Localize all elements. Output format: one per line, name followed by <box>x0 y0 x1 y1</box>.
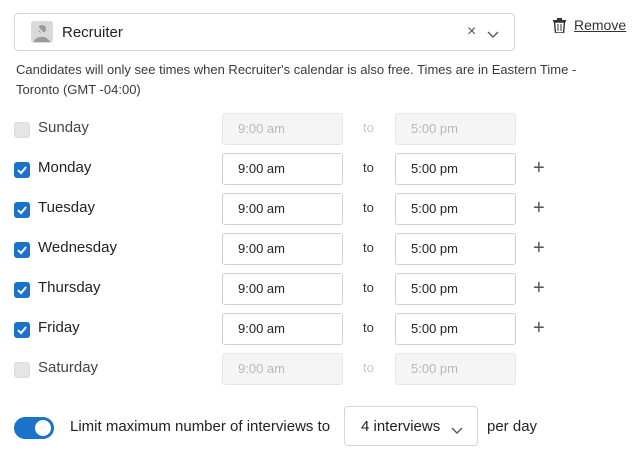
day-label: Friday <box>38 319 80 336</box>
end-time-input[interactable]: 5:00 pm <box>395 193 516 225</box>
day-checkbox[interactable] <box>14 202 30 218</box>
add-time-icon[interactable]: + <box>533 158 545 178</box>
day-checkbox[interactable] <box>14 162 30 178</box>
start-time-input[interactable]: 9:00 am <box>222 353 343 385</box>
chevron-down-icon <box>451 422 463 440</box>
day-checkbox[interactable] <box>14 322 30 338</box>
add-time-icon[interactable]: + <box>533 318 545 338</box>
day-label: Sunday <box>38 119 89 136</box>
day-row: Saturday 9:00 am to 5:00 pm <box>0 353 636 387</box>
to-label: to <box>363 200 374 215</box>
add-time-icon[interactable]: + <box>533 278 545 298</box>
start-time-input[interactable]: 9:00 am <box>222 113 343 145</box>
trash-icon <box>553 18 566 38</box>
day-checkbox[interactable] <box>14 362 30 378</box>
day-row: Monday 9:00 am to 5:00 pm + <box>0 153 636 187</box>
day-row: Sunday 9:00 am to 5:00 pm <box>0 113 636 147</box>
to-label: to <box>363 360 374 375</box>
day-label: Thursday <box>38 279 101 296</box>
day-label: Tuesday <box>38 199 95 216</box>
start-time-input[interactable]: 9:00 am <box>222 273 343 305</box>
interviewer-select[interactable]: Recruiter × <box>14 13 515 51</box>
availability-note: Candidates will only see times when Recr… <box>16 62 577 97</box>
day-label: Monday <box>38 159 92 176</box>
day-row: Thursday 9:00 am to 5:00 pm + <box>0 273 636 307</box>
day-label: Wednesday <box>38 239 117 256</box>
day-label: Saturday <box>38 359 99 376</box>
add-time-icon[interactable]: + <box>533 198 545 218</box>
end-time-input[interactable]: 5:00 pm <box>395 153 516 185</box>
start-time-input[interactable]: 9:00 am <box>222 193 343 225</box>
limit-toggle[interactable] <box>14 417 54 439</box>
start-time-input[interactable]: 9:00 am <box>222 233 343 265</box>
day-checkbox[interactable] <box>14 242 30 258</box>
day-checkbox[interactable] <box>14 282 30 298</box>
end-time-input[interactable]: 5:00 pm <box>395 313 516 345</box>
to-label: to <box>363 160 374 175</box>
to-label: to <box>363 120 374 135</box>
add-time-icon[interactable]: + <box>533 238 545 258</box>
limit-label: Limit maximum number of interviews to <box>70 418 331 435</box>
day-row: Friday 9:00 am to 5:00 pm + <box>0 313 636 347</box>
clear-icon[interactable]: × <box>467 23 476 41</box>
chevron-down-icon[interactable] <box>487 26 499 44</box>
to-label: to <box>363 320 374 335</box>
end-time-input[interactable]: 5:00 pm <box>395 233 516 265</box>
interview-limit-value: 4 interviews <box>361 418 441 435</box>
interview-limit-select[interactable]: 4 interviews <box>344 406 478 446</box>
start-time-input[interactable]: 9:00 am <box>222 153 343 185</box>
to-label: to <box>363 240 374 255</box>
day-row: Tuesday 9:00 am to 5:00 pm + <box>0 193 636 227</box>
remove-link[interactable]: Remove <box>574 17 626 33</box>
day-row: Wednesday 9:00 am to 5:00 pm + <box>0 233 636 267</box>
interviewer-name: Recruiter <box>62 24 123 41</box>
end-time-input[interactable]: 5:00 pm <box>395 113 516 145</box>
to-label: to <box>363 280 374 295</box>
avatar <box>31 21 53 43</box>
start-time-input[interactable]: 9:00 am <box>222 313 343 345</box>
toggle-knob <box>35 420 51 436</box>
day-checkbox[interactable] <box>14 122 30 138</box>
end-time-input[interactable]: 5:00 pm <box>395 353 516 385</box>
per-day-label: per day <box>487 418 538 435</box>
end-time-input[interactable]: 5:00 pm <box>395 273 516 305</box>
